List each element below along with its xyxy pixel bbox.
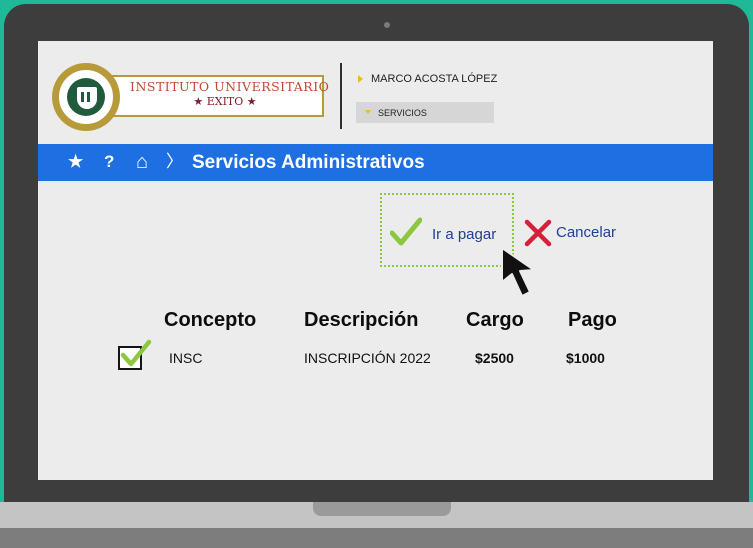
cancel-button[interactable]: Cancelar	[556, 224, 616, 241]
services-label: SERVICIOS	[378, 108, 427, 118]
cell-concepto: INSC	[169, 350, 203, 366]
user-menu[interactable]: MARCO ACOSTA LÓPEZ	[358, 73, 497, 85]
column-header-cargo: Cargo	[466, 309, 524, 331]
check-icon	[390, 217, 422, 246]
app-screen: INSTITUTO UNIVERSITARIO ★ EXITO ★ MARCO …	[38, 41, 713, 480]
laptop-notch	[313, 502, 451, 516]
laptop-base-bottom	[0, 528, 753, 548]
services-menu-button[interactable]: SERVICIOS	[356, 102, 494, 123]
home-icon[interactable]: ⌂	[136, 152, 148, 172]
cell-descripcion: INSCRIPCIÓN 2022	[304, 350, 431, 366]
mouse-cursor-icon	[501, 247, 535, 297]
help-icon[interactable]: ?	[104, 152, 114, 172]
caret-down-icon	[365, 110, 371, 114]
page-title: Servicios Administrativos	[192, 152, 425, 173]
column-header-concepto: Concepto	[164, 309, 257, 331]
star-icon[interactable]: ★	[68, 152, 83, 172]
close-icon[interactable]	[524, 219, 552, 247]
logo-name-line2: ★ EXITO ★	[193, 95, 257, 108]
user-name: MARCO ACOSTA LÓPEZ	[371, 73, 498, 85]
column-header-pago: Pago	[568, 309, 617, 331]
cell-pago: $1000	[566, 350, 605, 366]
logo-name-line1: INSTITUTO UNIVERSITARIO	[130, 79, 330, 94]
check-icon	[120, 339, 152, 367]
caret-right-icon	[358, 75, 363, 84]
column-header-descripcion: Descripción	[304, 309, 419, 331]
pay-button[interactable]: Ir a pagar	[380, 193, 514, 267]
pay-label: Ir a pagar	[432, 226, 497, 243]
cell-cargo: $2500	[475, 350, 514, 366]
breadcrumb-bar: ★ ? ⌂ 〉 Servicios Administrativos	[38, 144, 713, 181]
header-divider	[340, 63, 342, 129]
seal-icon	[52, 63, 120, 131]
institute-logo[interactable]: INSTITUTO UNIVERSITARIO ★ EXITO ★	[52, 63, 330, 131]
chevron-right-icon: 〉	[166, 152, 183, 171]
camera-dot	[384, 22, 390, 28]
